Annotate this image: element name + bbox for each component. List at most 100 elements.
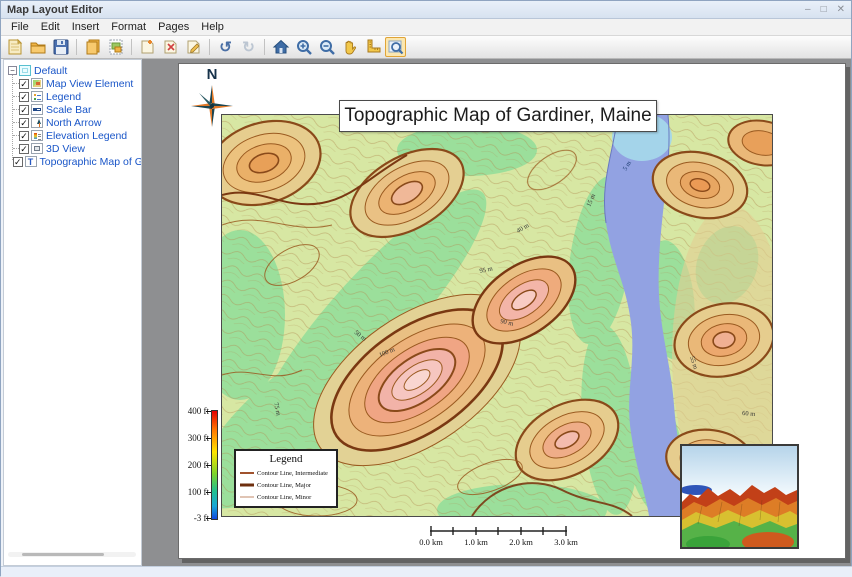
contour-major-swatch	[240, 482, 254, 488]
measure-ruler-icon	[364, 38, 382, 56]
toolbar-separator	[264, 39, 265, 55]
layout-element-tree-panel: − Default ✓ Map View Element ✓ Legend	[3, 59, 142, 566]
tree-root-label: Default	[34, 65, 67, 77]
add-page-button[interactable]	[137, 37, 158, 57]
maximize-button[interactable]: □	[821, 5, 827, 15]
minimize-button[interactable]: –	[805, 5, 811, 15]
full-view-button[interactable]	[270, 37, 291, 57]
undo-button[interactable]: ↺	[215, 37, 236, 57]
elevation-legend-icon	[31, 130, 43, 141]
delete-page-icon	[162, 38, 180, 56]
import-page-button[interactable]	[105, 37, 126, 57]
svg-text:60 m: 60 m	[742, 410, 756, 418]
view-3d-icon	[31, 143, 43, 154]
new-layout-icon	[6, 38, 24, 56]
3d-view-element[interactable]	[680, 444, 799, 549]
legend-entry: Contour Line, Intermediate	[240, 467, 332, 479]
legend-entry: Contour Line, Minor	[240, 491, 332, 503]
tree-root-default[interactable]: − Default	[8, 64, 141, 77]
menu-insert[interactable]: Insert	[66, 20, 106, 34]
undo-icon: ↺	[219, 40, 232, 55]
toolbar-separator	[76, 39, 77, 55]
pages-stack-icon	[84, 38, 102, 56]
edit-page-icon	[185, 38, 203, 56]
tree-item-topographic-map-text[interactable]: ✓ T Topographic Map of Ga	[8, 155, 141, 168]
collapse-icon[interactable]: −	[8, 66, 17, 75]
window-bottom-frame	[1, 566, 852, 577]
duplicate-pages-button[interactable]	[82, 37, 103, 57]
north-arrow-tree-icon	[31, 117, 43, 128]
home-icon	[272, 38, 290, 56]
zoom-in-icon	[295, 38, 313, 56]
checkbox[interactable]: ✓	[19, 92, 29, 102]
tree-item-3d-view[interactable]: ✓ 3D View	[8, 142, 141, 155]
legend-entry: Contour Line, Major	[240, 479, 332, 491]
edit-page-button[interactable]	[183, 37, 204, 57]
legend-icon	[31, 91, 43, 102]
open-layout-button[interactable]	[27, 37, 48, 57]
redo-icon: ↻	[242, 40, 255, 55]
main-area: − Default ✓ Map View Element ✓ Legend	[1, 59, 852, 566]
open-folder-icon	[29, 38, 47, 56]
menu-edit[interactable]: Edit	[35, 20, 66, 34]
zoom-box-button[interactable]	[385, 37, 406, 57]
measure-button[interactable]	[362, 37, 383, 57]
layout-canvas[interactable]: N Topogra	[142, 59, 851, 566]
tree-horizontal-scrollbar[interactable]	[8, 552, 136, 557]
checkbox[interactable]: ✓	[19, 118, 29, 128]
zoom-out-icon	[318, 38, 336, 56]
toolbar-separator	[209, 39, 210, 55]
pan-hand-icon	[341, 38, 359, 56]
elevation-gradient-bar	[211, 410, 218, 520]
scale-bar-element[interactable]: 0.0 km 1.0 km 2.0 km 3.0 km	[430, 524, 567, 550]
menu-file[interactable]: File	[5, 20, 35, 34]
checkbox[interactable]: ✓	[19, 79, 29, 89]
scale-bar-icon	[31, 104, 43, 115]
window-title: Map Layout Editor	[7, 4, 805, 16]
toolbar: ↺ ↻	[1, 36, 851, 59]
app-window: Map Layout Editor – □ ✕ File Edit Insert…	[0, 0, 852, 576]
legend-title: Legend	[240, 453, 332, 465]
checkbox[interactable]: ✓	[19, 144, 29, 154]
map-title-text: Topographic Map of Gardiner, Maine	[344, 105, 651, 127]
map-title-element[interactable]: Topographic Map of Gardiner, Maine	[339, 100, 657, 132]
tree-item-legend[interactable]: ✓ Legend	[8, 90, 141, 103]
elevation-legend-element[interactable]: 400 ft 300 ft 200 ft 100 ft -3 ft	[179, 404, 221, 528]
layout-page: N Topogra	[178, 63, 846, 559]
save-layout-button[interactable]	[50, 37, 71, 57]
checkbox[interactable]: ✓	[19, 105, 29, 115]
zoom-out-button[interactable]	[316, 37, 337, 57]
menu-pages[interactable]: Pages	[152, 20, 195, 34]
close-button[interactable]: ✕	[837, 5, 845, 15]
checkbox[interactable]: ✓	[19, 131, 29, 141]
tree-item-scale-bar[interactable]: ✓ Scale Bar	[8, 103, 141, 116]
new-layout-button[interactable]	[4, 37, 25, 57]
title-bar[interactable]: Map Layout Editor – □ ✕	[1, 1, 851, 19]
menu-bar: File Edit Insert Format Pages Help	[1, 19, 851, 36]
layout-root-icon	[19, 65, 31, 76]
legend-element[interactable]: Legend Contour Line, Intermediate Contou…	[234, 449, 338, 508]
map-view-icon	[31, 78, 43, 89]
page-image-icon	[107, 38, 125, 56]
contour-intermediate-swatch	[240, 470, 254, 476]
menu-format[interactable]: Format	[105, 20, 152, 34]
scale-bar-graphic	[430, 525, 567, 537]
add-page-icon	[139, 38, 157, 56]
contour-minor-swatch	[240, 494, 254, 500]
redo-button[interactable]: ↻	[238, 37, 259, 57]
save-floppy-icon	[52, 38, 70, 56]
menu-help[interactable]: Help	[195, 20, 230, 34]
delete-page-button[interactable]	[160, 37, 181, 57]
pan-button[interactable]	[339, 37, 360, 57]
zoom-box-icon	[387, 38, 405, 56]
toolbar-separator	[131, 39, 132, 55]
scrollbar-thumb[interactable]	[22, 553, 104, 556]
tree-item-elevation-legend[interactable]: ✓ Elevation Legend	[8, 129, 141, 142]
checkbox[interactable]: ✓	[13, 157, 23, 167]
north-label: N	[189, 66, 235, 83]
tree-item-map-view-element[interactable]: ✓ Map View Element	[8, 77, 141, 90]
3d-terrain-preview	[682, 446, 797, 547]
text-element-icon: T	[25, 156, 37, 167]
zoom-in-button[interactable]	[293, 37, 314, 57]
tree-item-north-arrow[interactable]: ✓ North Arrow	[8, 116, 141, 129]
